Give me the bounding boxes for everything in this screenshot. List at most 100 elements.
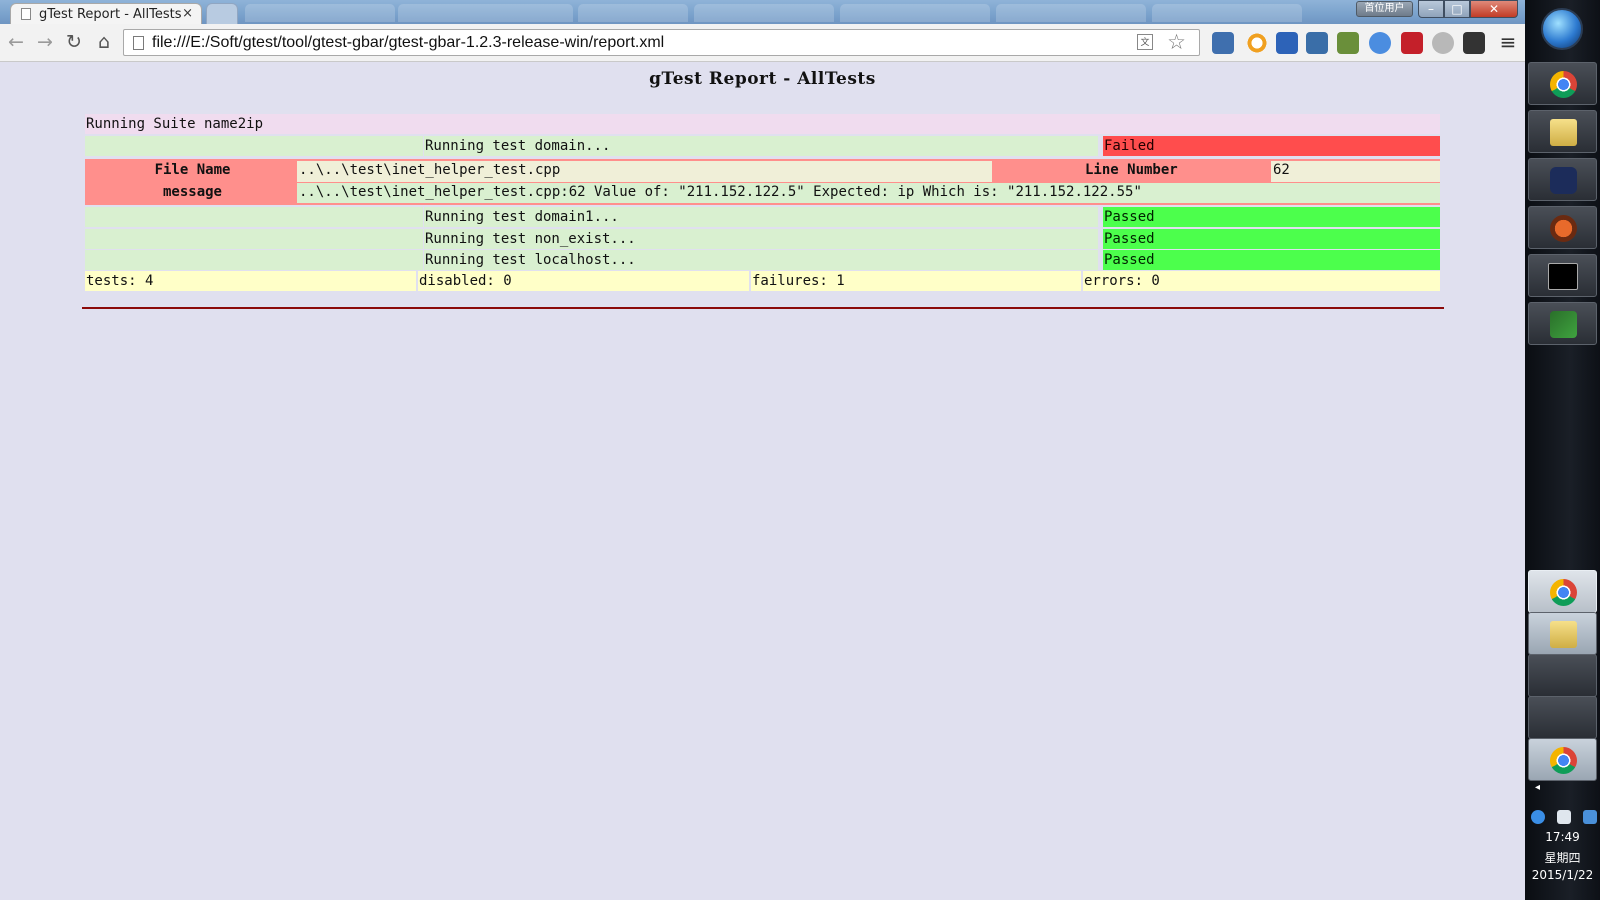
message-label: message bbox=[87, 183, 297, 203]
cmd-icon bbox=[1548, 263, 1578, 290]
file-name-value: ..\..\test\inet_helper_test.cpp bbox=[297, 161, 992, 182]
clock-date[interactable]: 2015/1/22 bbox=[1525, 868, 1600, 882]
vim-icon bbox=[1550, 311, 1577, 338]
background-tab[interactable] bbox=[1152, 4, 1302, 22]
file-name-label: File Name bbox=[87, 161, 297, 182]
summary-errors: errors: 0 bbox=[1083, 271, 1440, 291]
close-window-button[interactable]: ✕ bbox=[1470, 0, 1518, 18]
chrome-icon bbox=[1550, 71, 1577, 98]
test-row-spacer bbox=[85, 207, 423, 227]
document-icon bbox=[133, 35, 144, 50]
taskbar-running-window[interactable] bbox=[1528, 654, 1597, 697]
clock-weekday[interactable]: 星期四 bbox=[1525, 849, 1600, 866]
summary-disabled: disabled: 0 bbox=[418, 271, 749, 291]
test-name: Running test localhost... bbox=[424, 250, 1098, 270]
menu-icon[interactable]: ≡ bbox=[1496, 30, 1520, 54]
network-icon[interactable] bbox=[1557, 810, 1571, 824]
suite-label: Running Suite name2ip bbox=[86, 116, 264, 132]
pocket-icon[interactable] bbox=[1463, 32, 1485, 54]
taskbar-pin-chrome[interactable] bbox=[1528, 62, 1597, 105]
system-tray bbox=[1531, 810, 1597, 826]
taskbar-running-chrome[interactable] bbox=[1528, 738, 1597, 781]
chrome-icon bbox=[1550, 747, 1577, 774]
page-content: gTest Report - AllTests Running Suite na… bbox=[0, 62, 1525, 900]
test-name: Running test domain... bbox=[424, 136, 1098, 156]
extension-icon[interactable] bbox=[1337, 32, 1359, 54]
start-button[interactable] bbox=[1541, 8, 1583, 50]
test-row-spacer bbox=[85, 229, 423, 249]
test-row: Running test localhost... Passed bbox=[85, 250, 1440, 270]
test-name: Running test domain1... bbox=[424, 207, 1098, 227]
bookmark-star-icon[interactable]: ☆ bbox=[1167, 30, 1186, 54]
test-row-spacer bbox=[85, 136, 423, 156]
background-tab[interactable] bbox=[245, 4, 395, 22]
background-tab[interactable] bbox=[578, 4, 688, 22]
tab-title: gTest Report - AllTests bbox=[39, 6, 182, 22]
summary-tests: tests: 4 bbox=[85, 271, 416, 291]
message-value: ..\..\test\inet_helper_test.cpp:62 Value… bbox=[297, 183, 1440, 203]
background-tab[interactable] bbox=[398, 4, 573, 22]
taskbar-running-explorer[interactable] bbox=[1528, 612, 1597, 655]
taskbar-running-window[interactable] bbox=[1528, 696, 1597, 739]
test-result-passed: Passed bbox=[1103, 207, 1440, 227]
address-bar[interactable]: file:///E:/Soft/gtest/tool/gtest-gbar/gt… bbox=[123, 29, 1200, 56]
divider-rule bbox=[82, 307, 1444, 309]
maximize-button[interactable]: □ bbox=[1444, 0, 1470, 18]
home-icon[interactable]: ⌂ bbox=[92, 30, 116, 54]
taskbar-pin-explorer[interactable] bbox=[1528, 110, 1597, 153]
summary-row: tests: 4 disabled: 0 failures: 1 errors:… bbox=[85, 271, 1440, 291]
background-tab[interactable] bbox=[694, 4, 834, 22]
summary-failures: failures: 1 bbox=[751, 271, 1081, 291]
taskbar-running-chrome[interactable] bbox=[1528, 570, 1597, 613]
test-name: Running test non_exist... bbox=[424, 229, 1098, 249]
taskbar-pin-vim[interactable] bbox=[1528, 302, 1597, 345]
translate-icon[interactable]: 文 bbox=[1137, 34, 1153, 50]
test-result-passed: Passed bbox=[1103, 229, 1440, 249]
test-row-spacer bbox=[85, 250, 423, 270]
reload-icon[interactable]: ↻ bbox=[62, 30, 86, 54]
extension-icon[interactable] bbox=[1276, 32, 1298, 54]
input-method-icon[interactable] bbox=[1583, 810, 1597, 824]
line-number-label: Line Number bbox=[1083, 161, 1271, 182]
git-icon bbox=[1550, 215, 1577, 242]
browser-toolbar: ← → ↻ ⌂ file:///E:/Soft/gtest/tool/gtest… bbox=[0, 24, 1525, 62]
extension-icon[interactable] bbox=[1212, 32, 1234, 54]
page-icon bbox=[21, 8, 31, 20]
extension-icon[interactable] bbox=[1401, 32, 1423, 54]
folder-icon bbox=[1550, 119, 1577, 146]
extension-icon[interactable] bbox=[1306, 32, 1328, 54]
url-text[interactable]: file:///E:/Soft/gtest/tool/gtest-gbar/gt… bbox=[152, 34, 664, 52]
suite-row: Running Suite name2ip bbox=[85, 114, 1440, 134]
extension-icon[interactable] bbox=[1432, 32, 1454, 54]
back-icon[interactable]: ← bbox=[4, 30, 28, 54]
test-result-passed: Passed bbox=[1103, 250, 1440, 270]
folder-icon bbox=[1550, 621, 1577, 648]
extension-icon[interactable] bbox=[1369, 32, 1391, 54]
background-tab[interactable] bbox=[840, 4, 990, 22]
failure-details: File Name ..\..\test\inet_helper_test.cp… bbox=[85, 159, 1440, 205]
page-title: gTest Report - AllTests bbox=[649, 69, 876, 89]
taskbar-pin-visual-studio[interactable] bbox=[1528, 158, 1597, 201]
taskbar-pin-git[interactable] bbox=[1528, 206, 1597, 249]
visual-studio-icon bbox=[1550, 167, 1577, 194]
test-row: Running test domain1... Passed bbox=[85, 207, 1440, 227]
minimize-button[interactable]: – bbox=[1418, 0, 1444, 18]
background-tab[interactable] bbox=[996, 4, 1146, 22]
test-row: Running test domain... Failed bbox=[85, 136, 1440, 156]
user-profile-button[interactable]: 首位用户 bbox=[1356, 1, 1413, 17]
test-result-failed: Failed bbox=[1103, 136, 1440, 156]
chrome-icon bbox=[1550, 579, 1577, 606]
network-sync-icon[interactable] bbox=[1531, 810, 1545, 824]
tab-gtest-report[interactable]: gTest Report - AllTests × bbox=[10, 3, 202, 24]
tab-close-icon[interactable]: × bbox=[182, 6, 193, 21]
windows-taskbar: ◂ 17:49 星期四 2015/1/22 bbox=[1525, 0, 1600, 900]
extension-icon[interactable] bbox=[1246, 32, 1268, 54]
tray-expand-arrow-icon[interactable]: ◂ bbox=[1525, 782, 1600, 793]
clock-time[interactable]: 17:49 bbox=[1525, 830, 1600, 844]
line-number-value: 62 bbox=[1271, 161, 1440, 182]
forward-icon[interactable]: → bbox=[33, 30, 57, 54]
new-tab-button[interactable] bbox=[206, 3, 238, 24]
browser-title-strip: gTest Report - AllTests × 首位用户 – □ ✕ bbox=[0, 0, 1525, 24]
taskbar-pin-cmd[interactable] bbox=[1528, 254, 1597, 297]
test-row: Running test non_exist... Passed bbox=[85, 229, 1440, 249]
